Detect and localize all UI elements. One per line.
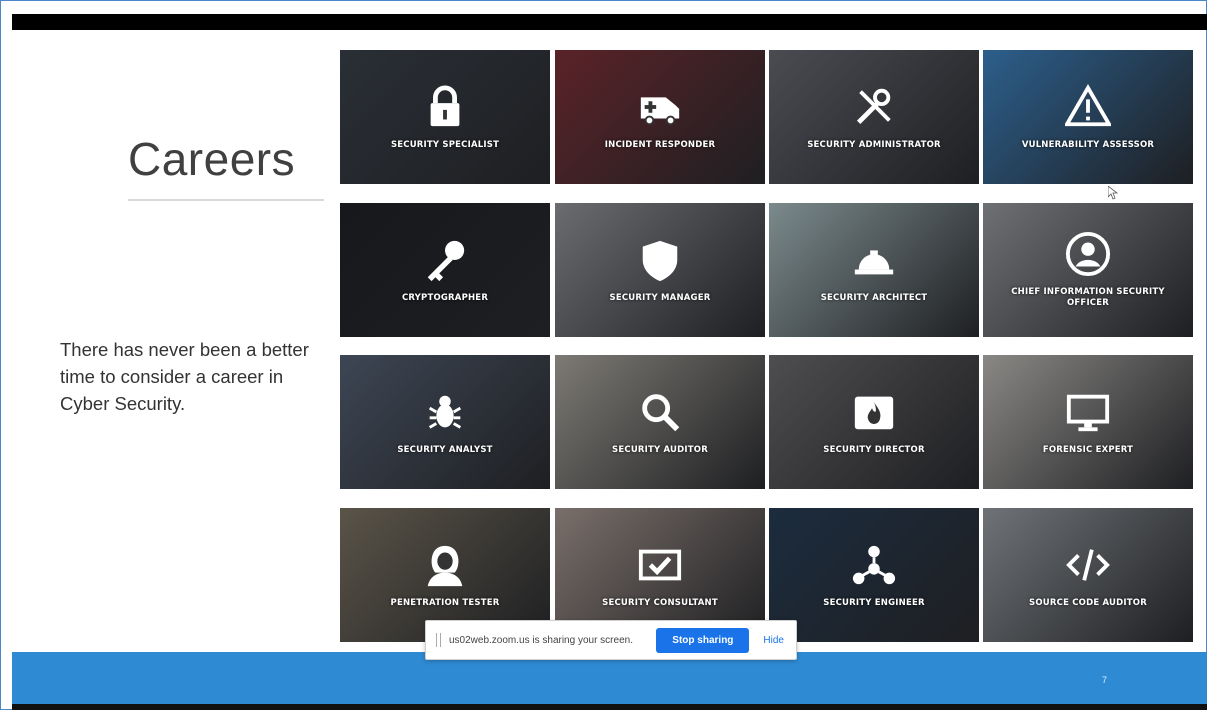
tools-icon <box>851 84 897 130</box>
career-tile-label: SECURITY DIRECTOR <box>823 444 925 455</box>
career-tile-label: SECURITY MANAGER <box>609 292 711 303</box>
careers-grid: SECURITY SPECIALIST INCIDENT RESPONDER SEC… <box>340 50 1194 642</box>
career-tile-label: SECURITY ARCHITECT <box>820 292 928 303</box>
career-tile-security-auditor[interactable]: SECURITY AUDITOR <box>555 355 765 489</box>
user-icon <box>1065 231 1111 277</box>
career-tile-label: SECURITY CONSULTANT <box>602 597 718 608</box>
network-icon <box>851 542 897 588</box>
bottom-blue-bar: 7 <box>12 652 1207 706</box>
drag-handle-icon[interactable] <box>436 633 441 647</box>
hide-button[interactable]: Hide <box>763 635 784 646</box>
key-icon <box>422 237 468 283</box>
career-tile-security-manager[interactable]: SECURITY MANAGER <box>555 203 765 337</box>
padlock-icon <box>422 84 468 130</box>
career-tile-label: CHIEF INFORMATION SECURITY OFFICER <box>1011 287 1165 308</box>
career-tile-security-architect[interactable]: SECURITY ARCHITECT <box>769 203 979 337</box>
career-tile-security-engineer[interactable]: SECURITY ENGINEER <box>769 508 979 642</box>
checkbox-icon <box>637 542 683 588</box>
mouse-cursor-icon <box>1108 186 1118 200</box>
career-tile-security-director[interactable]: SECURITY DIRECTOR <box>769 355 979 489</box>
warning-icon <box>1065 83 1111 130</box>
career-tile-label: SECURITY ENGINEER <box>823 597 925 608</box>
top-black-bar <box>12 14 1207 30</box>
career-tile-label: SOURCE CODE AUDITOR <box>1029 597 1147 608</box>
career-tile-label: SECURITY SPECIALIST <box>390 139 500 150</box>
magnifier-icon <box>637 389 683 435</box>
career-tile-security-specialist[interactable]: SECURITY SPECIALIST <box>340 50 550 184</box>
code-icon <box>1065 542 1111 588</box>
career-tile-label: FORENSIC EXPERT <box>1042 444 1134 455</box>
career-tile-source-code-auditor[interactable]: SOURCE CODE AUDITOR <box>983 508 1193 642</box>
screen-share-bar: us02web.zoom.us is sharing your screen. … <box>425 620 797 660</box>
career-tile-security-administrator[interactable]: SECURITY ADMINISTRATOR <box>769 50 979 184</box>
body-text: There has never been a better time to co… <box>60 339 309 414</box>
ambulance-icon <box>637 84 683 130</box>
career-tile-incident-responder[interactable]: INCIDENT RESPONDER <box>555 50 765 184</box>
share-message: us02web.zoom.us is sharing your screen. <box>449 634 633 646</box>
career-tile-label: SECURITY ADMINISTRATOR <box>807 139 941 150</box>
bug-icon <box>422 389 468 435</box>
career-tile-label: SECURITY AUDITOR <box>612 444 708 455</box>
hardhat-icon <box>851 237 897 283</box>
career-tile-security-analyst[interactable]: SECURITY ANALYST <box>340 355 550 489</box>
monitor-icon <box>1065 389 1111 435</box>
stop-sharing-button[interactable]: Stop sharing <box>656 627 750 653</box>
career-tile-label: INCIDENT RESPONDER <box>604 139 716 150</box>
fire-icon <box>851 389 897 435</box>
hacker-icon <box>422 542 468 588</box>
career-tile-vulnerability-assessor[interactable]: VULNERABILITY ASSESSOR <box>983 50 1193 184</box>
page-number: 7 <box>1101 675 1107 685</box>
career-tile-label: VULNERABILITY ASSESSOR <box>1021 139 1155 150</box>
career-tile-cryptographer[interactable]: CRYPTOGRAPHER <box>340 203 550 337</box>
career-tile-chief-information-security-officer[interactable]: CHIEF INFORMATION SECURITY OFFICER <box>983 203 1193 337</box>
page-title: Careers <box>128 133 296 185</box>
bottom-black-strip <box>12 704 1207 710</box>
career-tile-forensic-expert[interactable]: FORENSIC EXPERT <box>983 355 1193 489</box>
career-tile-label: CRYPTOGRAPHER <box>401 292 489 303</box>
shield-icon <box>637 237 683 283</box>
career-tile-label: PENETRATION TESTER <box>390 597 500 608</box>
title-underline <box>128 199 324 201</box>
career-tile-label: SECURITY ANALYST <box>397 444 493 455</box>
